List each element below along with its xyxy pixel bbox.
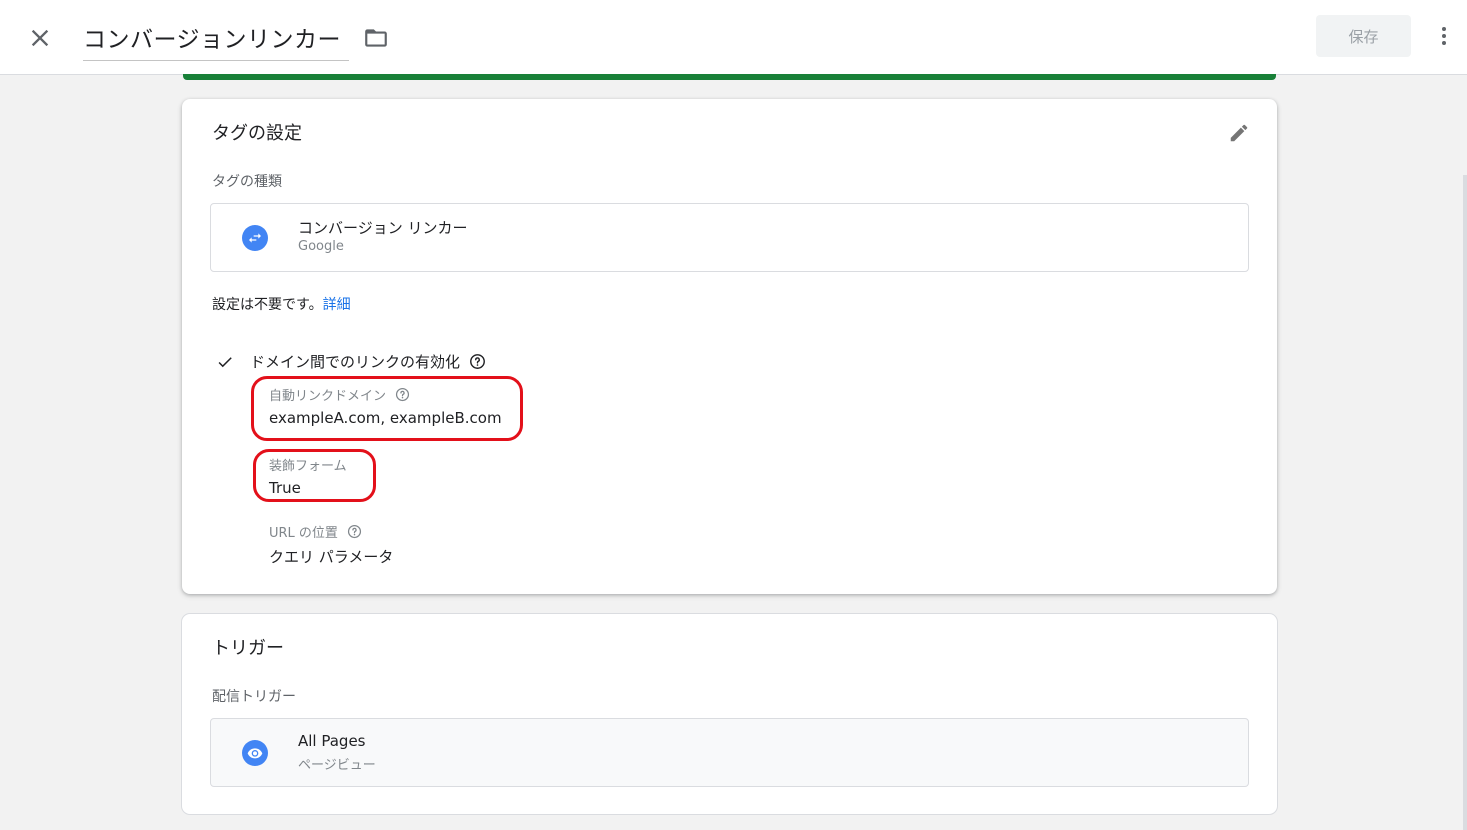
tag-configuration-card[interactable]: タグの設定 タグの種類 コンバージョン リンカー Google 設定は不要です。… [182, 99, 1277, 594]
more-vert-icon[interactable] [1432, 22, 1456, 50]
no-config-text: 設定は不要です。 [212, 297, 323, 313]
card-title: タグの設定 [212, 123, 302, 144]
card-title: トリガー [212, 638, 284, 659]
check-icon [218, 356, 232, 367]
swap-arrows-icon [242, 225, 268, 251]
help-icon[interactable] [347, 524, 362, 539]
trigger-name: All Pages [298, 732, 366, 750]
url-position-field: URL の位置 クエリ パラメータ [269, 522, 393, 567]
field-value: クエリ パラメータ [269, 548, 394, 566]
no-config-message: 設定は不要です。詳細 [212, 294, 351, 314]
details-link[interactable]: 詳細 [323, 297, 351, 313]
tag-name-input[interactable]: コンバージョンリンカー [83, 20, 349, 61]
folder-icon[interactable] [362, 25, 390, 51]
cross-domain-option: ドメイン間でのリンクの有効化 [216, 351, 486, 372]
eye-icon [242, 740, 268, 766]
tag-type-name: コンバージョン リンカー [298, 219, 468, 237]
scrollbar[interactable] [1463, 175, 1467, 830]
status-bar [183, 74, 1276, 80]
trigger-item[interactable]: All Pages ページビュー [210, 718, 1249, 787]
annotation-highlight [253, 449, 376, 502]
help-icon[interactable] [469, 353, 486, 370]
cross-domain-label: ドメイン間でのリンクの有効化 [250, 353, 461, 371]
annotation-highlight [251, 376, 523, 441]
trigger-type: ページビュー [298, 758, 376, 773]
tag-type-vendor: Google [298, 239, 344, 254]
firing-triggers-label: 配信トリガー [212, 689, 296, 705]
pencil-icon[interactable] [1228, 122, 1250, 144]
field-label: URL の位置 [269, 526, 338, 541]
close-icon[interactable] [26, 24, 54, 52]
tag-type-label: タグの種類 [212, 174, 282, 190]
save-button[interactable]: 保存 [1316, 15, 1411, 57]
tag-type-box[interactable]: コンバージョン リンカー Google [210, 203, 1249, 272]
trigger-card[interactable]: トリガー 配信トリガー All Pages ページビュー [182, 614, 1277, 814]
top-bar: コンバージョンリンカー 保存 [0, 0, 1467, 75]
